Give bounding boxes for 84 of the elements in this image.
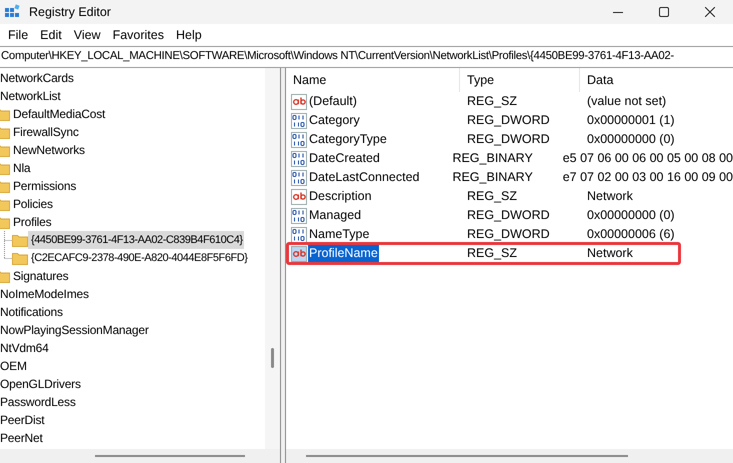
binary-value-icon: [291, 112, 307, 128]
tree-item[interactable]: NoImeModeImes: [0, 285, 90, 303]
tree-item[interactable]: NetworkCards: [0, 69, 75, 87]
folder-icon: [0, 108, 10, 120]
tree-item[interactable]: NetworkList: [0, 87, 62, 105]
binary-value-icon: [291, 226, 307, 242]
folder-icon: [0, 126, 10, 138]
value-data: e7 07 02 00 03 00 16 00 09 00: [562, 169, 733, 186]
window-title: Registry Editor: [29, 4, 111, 21]
menu-item[interactable]: View: [68, 25, 107, 45]
value-name[interactable]: (Default): [308, 92, 358, 111]
value-type: REG_SZ: [466, 245, 518, 262]
value-name[interactable]: DateLastConnected: [308, 168, 420, 187]
value-data: 0x00000000 (0): [586, 131, 675, 148]
tree-item[interactable]: NewNetworks: [10, 141, 86, 159]
value-type: REG_SZ: [466, 188, 518, 206]
tree-item[interactable]: Profiles: [10, 213, 52, 231]
menu-item[interactable]: Edit: [34, 25, 68, 45]
value-name[interactable]: Managed: [308, 206, 362, 225]
value-type: REG_BINARY: [451, 169, 534, 186]
value-type: REG_DWORD: [466, 131, 551, 148]
tree-item[interactable]: {C2ECAFC9-2378-490E-A820-4044E8F5F6FD}: [28, 249, 248, 267]
value-type: REG_DWORD: [466, 226, 551, 244]
folder-icon: [0, 162, 10, 174]
folder-icon: [0, 180, 10, 192]
registry-app-icon: [4, 4, 20, 20]
value-data: (value not set): [586, 93, 666, 110]
tree-item[interactable]: Notifications: [0, 303, 64, 321]
value-data: Network: [586, 188, 633, 206]
column-header[interactable]: Name: [286, 68, 460, 92]
folder-icon: [12, 234, 28, 246]
horizontal-scrollbar[interactable]: [286, 449, 733, 463]
value-data: 0x00000001 (1): [586, 112, 675, 130]
tree-item[interactable]: DefaultMediaCost: [10, 105, 106, 123]
binary-value-icon: [291, 208, 307, 224]
column-header[interactable]: Data: [580, 68, 733, 92]
tree-item[interactable]: NtVdm64: [0, 339, 50, 357]
tree-item[interactable]: PeerNet: [0, 429, 44, 447]
column-header[interactable]: Type: [460, 68, 580, 92]
tree-item[interactable]: Signatures: [10, 267, 70, 285]
maximize-icon: [659, 7, 669, 17]
binary-value-icon: [291, 170, 307, 186]
tree-item[interactable]: Policies: [10, 195, 54, 213]
horizontal-scrollbar[interactable]: [0, 449, 280, 463]
binary-value-icon: [291, 132, 307, 148]
string-value-icon: [291, 188, 307, 204]
folder-icon: [0, 216, 10, 228]
folder-icon: [0, 144, 10, 156]
tree-item[interactable]: PeerDist: [0, 411, 46, 429]
value-name[interactable]: CategoryType: [308, 130, 388, 149]
string-value-icon: [291, 94, 307, 110]
tree-item[interactable]: Permissions: [10, 177, 78, 195]
vertical-scrollbar[interactable]: [265, 68, 280, 449]
menu-item[interactable]: Help: [170, 25, 208, 45]
value-data: Network: [586, 245, 633, 262]
scrollbar-thumb[interactable]: [306, 455, 628, 457]
menu-item[interactable]: Favorites: [106, 25, 170, 45]
scrollbar-thumb[interactable]: [271, 348, 274, 368]
tree-item[interactable]: NowPlayingSessionManager: [0, 321, 150, 339]
value-data: 0x00000006 (6): [586, 226, 675, 244]
value-type: REG_BINARY: [451, 150, 534, 168]
scrollbar-thumb[interactable]: [95, 455, 245, 457]
value-type: REG_DWORD: [466, 112, 551, 130]
tree-item[interactable]: PasswordLess: [0, 393, 77, 411]
folder-icon: [0, 198, 10, 210]
tree-item[interactable]: {4450BE99-3761-4F13-AA02-C839B4F610C4}: [28, 231, 244, 249]
tree-item[interactable]: OpenGLDrivers: [0, 375, 82, 393]
value-data: 0x00000000 (0): [586, 207, 675, 224]
folder-icon: [0, 270, 10, 282]
close-icon: [705, 7, 715, 17]
value-type: REG_DWORD: [466, 207, 551, 224]
string-value-icon: [291, 246, 307, 262]
value-name[interactable]: DateCreated: [308, 149, 381, 168]
value-data: e5 07 06 00 06 00 05 00 08 00: [562, 150, 733, 168]
folder-icon: [12, 252, 28, 264]
binary-value-icon: [291, 150, 307, 166]
value-name[interactable]: NameType: [308, 225, 370, 244]
menu-item[interactable]: File: [2, 25, 34, 45]
tree-item[interactable]: Nla: [10, 159, 32, 177]
tree-item[interactable]: FirewallSync: [10, 123, 80, 141]
value-name[interactable]: Description: [308, 187, 373, 206]
value-name[interactable]: Category: [308, 111, 361, 130]
value-type: REG_SZ: [466, 93, 518, 110]
tree-item[interactable]: OEM: [0, 357, 28, 375]
